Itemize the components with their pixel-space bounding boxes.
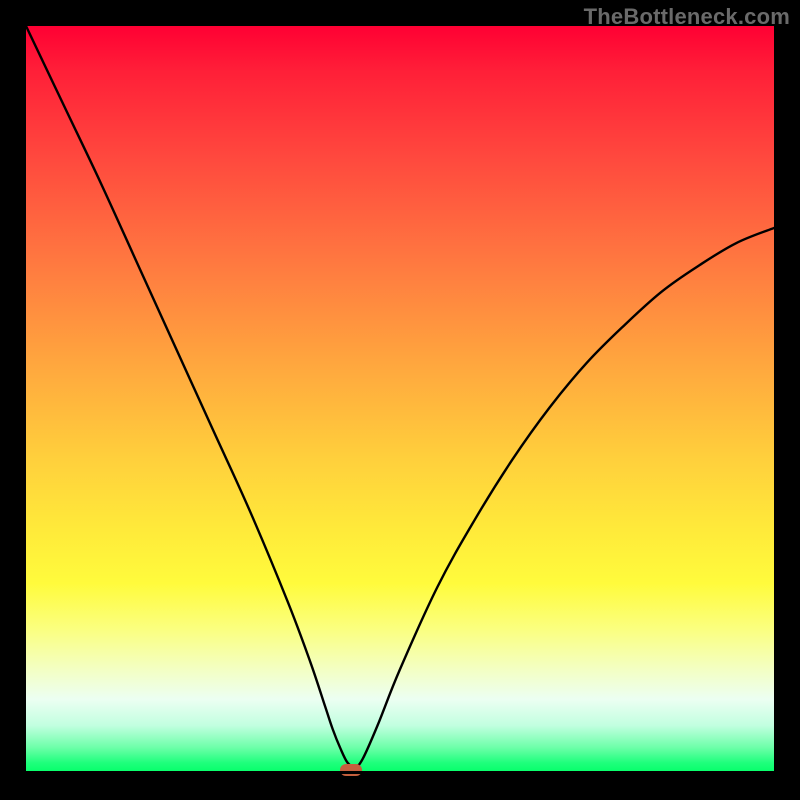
bottleneck-curve — [26, 26, 774, 767]
x-axis-baseline — [26, 771, 774, 774]
watermark-text: TheBottleneck.com — [584, 4, 790, 30]
curve-svg — [26, 26, 774, 774]
plot-area — [26, 26, 774, 774]
chart-frame: TheBottleneck.com — [0, 0, 800, 800]
